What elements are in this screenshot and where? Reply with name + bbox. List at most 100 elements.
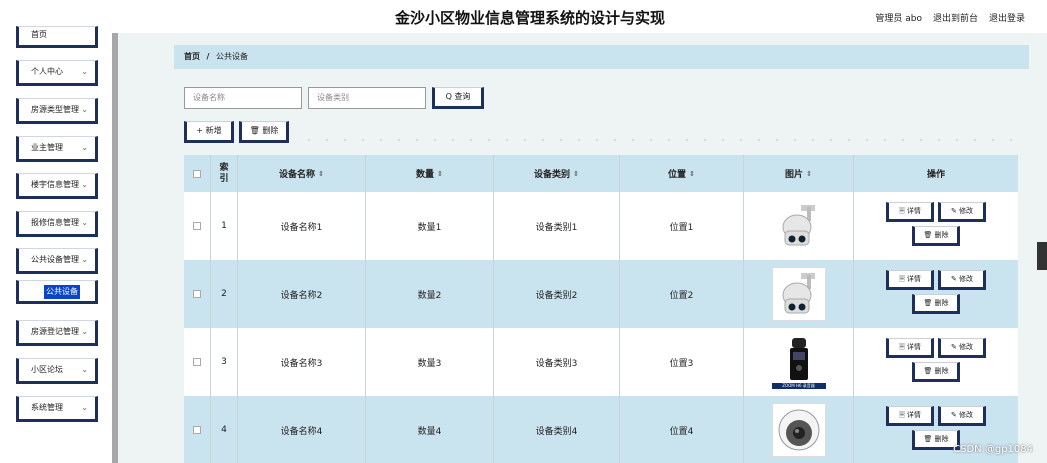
row-name: 设备名称3 (238, 328, 366, 396)
row-checkbox-cell[interactable] (184, 396, 211, 463)
header-name-label: 设备名称 (279, 170, 316, 180)
device-category-search-input[interactable]: 设备类别 (308, 87, 426, 109)
row-qty: 数量2 (366, 260, 494, 328)
chevron-down-icon: ⌄ (81, 327, 88, 336)
sidebar-subitem-label: 公共设备 (44, 285, 80, 299)
row-checkbox[interactable] (193, 358, 201, 366)
sidebar-item-label: 房源登记管理 (31, 327, 79, 336)
detail-button[interactable]: 🗏 详情 (886, 406, 934, 426)
sidebar-item-system[interactable]: 系统管理 ⌄ (16, 396, 98, 422)
delete-button[interactable]: 🗑 删除 (912, 294, 960, 314)
header-position-label: 位置 (668, 170, 687, 180)
detail-button[interactable]: 🗏 详情 (886, 338, 934, 358)
select-all-checkbox[interactable] (193, 169, 201, 178)
row-ops: 🗏 详情 ✎ 修改 🗑 删除 (854, 192, 1018, 260)
header-checkbox-cell[interactable] (184, 155, 211, 192)
logout-link[interactable]: 退出登录 (989, 11, 1025, 24)
header-index-label: 索引 (219, 162, 229, 184)
device-name-search-input[interactable]: 设备名称 (184, 87, 302, 109)
add-button[interactable]: + 新增 (184, 121, 234, 143)
header-image[interactable]: 图片 ⇕ (744, 155, 854, 192)
ptz-camera-image[interactable] (771, 267, 826, 321)
row-index: 4 (211, 396, 238, 463)
row-name: 设备名称4 (238, 396, 366, 463)
edit-button[interactable]: ✎ 修改 (938, 202, 986, 222)
row-qty: 数量3 (366, 328, 494, 396)
sidebar-item-owner[interactable]: 业主管理 ⌄ (16, 136, 98, 162)
sidebar-item-building[interactable]: 楼宇信息管理 ⌄ (16, 173, 98, 199)
sidebar-item-label: 首页 (31, 30, 47, 39)
breadcrumb-separator: / (206, 52, 210, 61)
edit-button[interactable]: ✎ 修改 (938, 338, 986, 358)
header-category[interactable]: 设备类别 ⇕ (494, 155, 620, 192)
detail-button[interactable]: 🗏 详情 (886, 270, 934, 290)
header-index: 索引 (211, 155, 238, 192)
delete-button[interactable]: 🗑 删除 (912, 226, 960, 246)
row-name: 设备名称1 (238, 192, 366, 260)
sidebar-item-repair[interactable]: 报修信息管理 ⌄ (16, 211, 98, 237)
header-position[interactable]: 位置 ⇕ (620, 155, 744, 192)
edit-button[interactable]: ✎ 修改 (938, 270, 986, 290)
ptz-camera-image[interactable] (771, 199, 826, 253)
sidebar-item-label: 报修信息管理 (31, 218, 79, 227)
row-index: 3 (211, 328, 238, 396)
query-button[interactable]: Q 查询 (432, 87, 484, 109)
sidebar-item-public-equipment[interactable]: 公共设备管理 ⌄ (16, 248, 98, 274)
recorder-image[interactable] (771, 335, 826, 383)
row-category: 设备类别1 (494, 192, 620, 260)
row-checkbox[interactable] (193, 222, 201, 230)
sidebar-item-forum[interactable]: 小区论坛 ⌄ (16, 358, 98, 384)
row-checkbox[interactable] (193, 290, 201, 298)
site-title: 金沙小区物业信息管理系统的设计与实现 (394, 9, 665, 27)
sidebar-item-label: 楼宇信息管理 (31, 180, 79, 189)
chevron-down-icon: ⌄ (81, 255, 88, 264)
dome-camera-image[interactable] (771, 403, 826, 457)
breadcrumb-home[interactable]: 首页 (184, 52, 200, 61)
sidebar-subitem-public-equipment[interactable]: 公共设备 (16, 280, 98, 304)
row-image-cell (744, 396, 854, 463)
table-row: 2 设备名称2 数量2 设备类别2 位置2 🗏 详情 ✎ 修改 🗑 删除 (184, 260, 1018, 328)
chevron-down-icon: ⌄ (81, 180, 88, 189)
sidebar-item-label: 公共设备管理 (31, 255, 79, 264)
row-checkbox-cell[interactable] (184, 260, 211, 328)
row-position: 位置3 (620, 328, 744, 396)
sort-icon[interactable]: ⇕ (806, 170, 812, 178)
breadcrumb-current: 公共设备 (216, 52, 249, 61)
sort-icon[interactable]: ⇕ (318, 170, 324, 178)
header-category-label: 设备类别 (534, 170, 571, 180)
sidebar-item-house-type[interactable]: 房源类型管理 ⌄ (16, 98, 98, 124)
row-ops: 🗏 详情 ✎ 修改 🗑 删除 (854, 260, 1018, 328)
sort-icon[interactable]: ⇕ (437, 170, 443, 178)
goto-front-link[interactable]: 退出到前台 (933, 11, 978, 24)
batch-delete-button[interactable]: 🗑 删除 (239, 121, 289, 143)
sort-icon[interactable]: ⇕ (573, 170, 579, 178)
header-qty[interactable]: 数量 ⇕ (366, 155, 494, 192)
sort-icon[interactable]: ⇕ (689, 170, 695, 178)
row-category: 设备类别2 (494, 260, 620, 328)
header-name[interactable]: 设备名称 ⇕ (238, 155, 366, 192)
delete-button[interactable]: 🗑 删除 (912, 362, 960, 382)
sidebar-item-house-registration[interactable]: 房源登记管理 ⌄ (16, 320, 98, 346)
row-index: 1 (211, 192, 238, 260)
row-checkbox-cell[interactable] (184, 328, 211, 396)
chevron-down-icon: ⌄ (81, 218, 88, 227)
top-header: 金沙小区物业信息管理系统的设计与实现 管理员 abo 退出到前台 退出登录 (0, 0, 1047, 33)
header-ops: 操作 (854, 155, 1018, 192)
edit-button[interactable]: ✎ 修改 (938, 406, 986, 426)
chevron-down-icon: ⌄ (81, 105, 88, 114)
header-qty-label: 数量 (416, 170, 435, 180)
sidebar-item-label: 系统管理 (31, 403, 63, 412)
header-ops-label: 操作 (926, 170, 945, 180)
sidebar-item-home[interactable]: 首页 (16, 26, 98, 48)
chevron-down-icon: ⌄ (81, 143, 88, 152)
row-index: 2 (211, 260, 238, 328)
row-position: 位置1 (620, 192, 744, 260)
sidebar-item-personal-center[interactable]: 个人中心 ⌄ (16, 60, 98, 86)
admin-name: 管理员 abo (875, 14, 922, 24)
row-checkbox[interactable] (193, 426, 201, 434)
sidebar: 首页 个人中心 ⌄ 房源类型管理 ⌄ 业主管理 ⌄ 楼宇信息管理 ⌄ 报修信息管理 ⌄ 公… (0, 26, 112, 463)
collapse-handle[interactable] (1037, 242, 1047, 270)
watermark: CSDN @gp1084 (953, 444, 1033, 455)
row-checkbox-cell[interactable] (184, 192, 211, 260)
detail-button[interactable]: 🗏 详情 (886, 202, 934, 222)
